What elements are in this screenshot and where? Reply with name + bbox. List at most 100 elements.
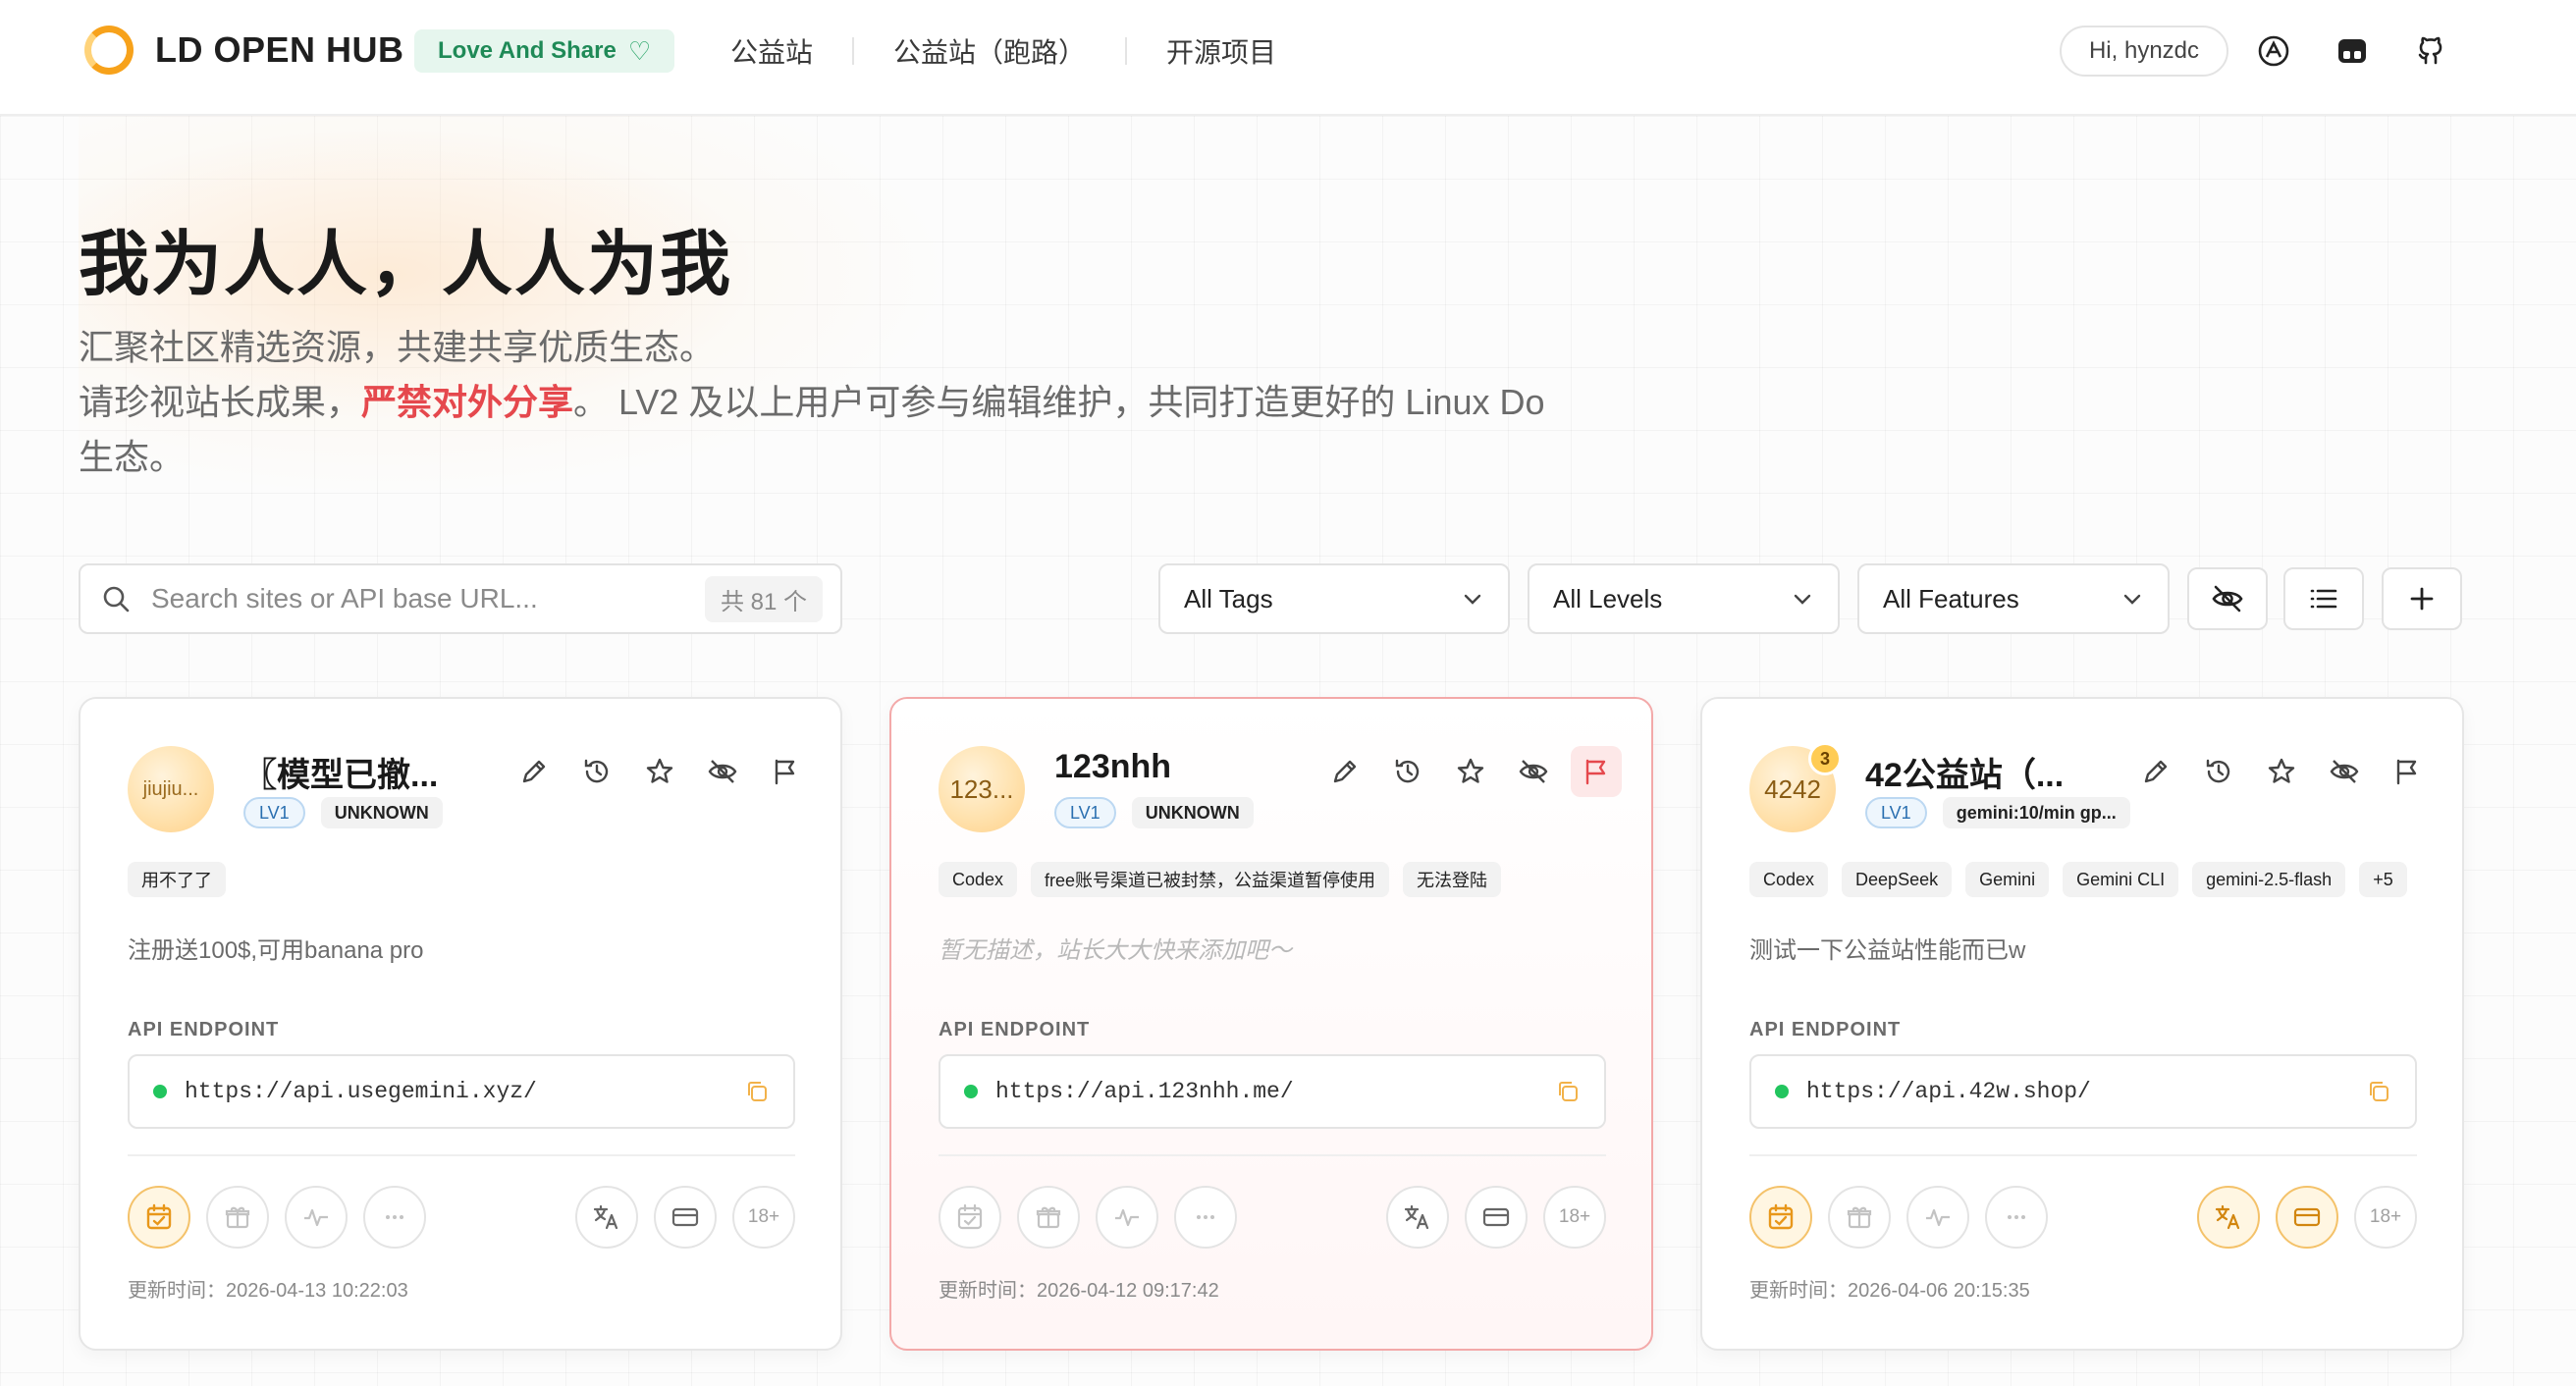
add-site-button[interactable] [2382,567,2462,630]
nav-link-open-source[interactable]: 开源项目 [1166,29,1276,73]
site-description: 注册送100$,可用banana pro [128,937,424,964]
site-title[interactable]: 42公益站（... [1865,748,2091,796]
site-title[interactable]: 〖模型已撤... [243,748,469,796]
edit-button[interactable] [2130,746,2181,797]
report-button[interactable] [2382,746,2433,797]
site-card[interactable]: 123... 123nhh LV1 UNKNOWN Codex free账号渠道… [889,697,1653,1351]
gift-feature[interactable] [206,1186,269,1249]
flag-icon [2396,759,2417,785]
tags-select[interactable]: All Tags [1158,563,1510,634]
history-button[interactable] [2193,746,2244,797]
list-view-button[interactable] [2283,567,2364,630]
site-tag[interactable]: Codex [1749,862,1829,897]
translate-icon [2215,1204,2240,1230]
report-button-active[interactable] [1571,746,1622,797]
levels-select[interactable]: All Levels [1528,563,1840,634]
updated-time: 更新时间：2026-04-12 09:17:42 [939,1280,1219,1302]
more-feature[interactable] [1985,1186,2048,1249]
checkin-feature[interactable] [128,1186,190,1249]
adult-feature[interactable]: 18+ [1543,1186,1606,1249]
user-greeting[interactable]: Hi, hynzdc [2060,26,2228,77]
search-input[interactable] [151,569,705,628]
site-tag[interactable]: gemini-2.5-flash [2192,862,2346,897]
history-button[interactable] [1382,746,1433,797]
favorite-button[interactable] [1445,746,1496,797]
history-button[interactable] [571,746,622,797]
more-icon [2008,1215,2025,1219]
status-dot [153,1085,167,1098]
star-icon [2268,758,2295,783]
edit-button[interactable] [1319,746,1370,797]
api-endpoint-box[interactable]: https://api.42w.shop/ [1749,1054,2417,1129]
site-tag[interactable]: DeepSeek [1842,862,1953,897]
list-icon [2310,589,2337,609]
monitor-feature[interactable] [1906,1186,1969,1249]
hide-button[interactable] [2319,746,2370,797]
report-button[interactable] [760,746,811,797]
site-tag[interactable]: 无法登陆 [1403,862,1502,897]
openai-icon[interactable] [2254,31,2293,71]
more-feature[interactable] [363,1186,426,1249]
site-card[interactable]: 4242 3 42公益站（... LV1 gemini:10/min gp...… [1700,697,2464,1351]
site-tag[interactable]: Gemini CLI [2063,862,2179,897]
checkin-feature[interactable] [1749,1186,1812,1249]
site-tag[interactable]: 用不了了 [128,862,226,897]
api-endpoint-label: API ENDPOINT [128,1019,280,1040]
eye-off-icon [2212,585,2243,613]
status-dot [964,1085,978,1098]
edit-button[interactable] [509,746,560,797]
nav-link-public-sites[interactable]: 公益站 [730,29,813,73]
site-title[interactable]: 123nhh [1054,748,1280,786]
site-tag[interactable]: free账号渠道已被封禁，公益渠道暂停使用 [1031,862,1390,897]
app-grid-icon[interactable] [2333,31,2372,71]
site-card[interactable]: jiujiu... 〖模型已撤... LV1 UNKNOWN 用不了了 注册送1… [79,697,842,1351]
logo-icon[interactable] [84,26,134,75]
hide-button[interactable] [697,746,748,797]
pencil-icon [1333,760,1357,783]
hide-button[interactable] [1508,746,1559,797]
star-icon [646,758,673,783]
flag-icon [1585,759,1606,785]
features-select[interactable]: All Features [1857,563,2170,634]
gift-feature[interactable] [1017,1186,1080,1249]
translate-icon [1404,1204,1429,1230]
translate-feature[interactable] [1386,1186,1449,1249]
site-tag[interactable]: Codex [939,862,1018,897]
copy-icon[interactable] [744,1079,770,1104]
github-icon[interactable] [2411,31,2450,71]
payment-feature[interactable] [654,1186,717,1249]
search-result-count: 共 81 个 [704,575,823,622]
site-tag[interactable]: Gemini [1965,862,2050,897]
payment-feature[interactable] [2276,1186,2338,1249]
favorite-button[interactable] [2256,746,2307,797]
api-endpoint-url[interactable]: https://api.123nhh.me/ [995,1079,1555,1104]
more-tags[interactable]: +5 [2359,862,2407,897]
toggle-hidden-button[interactable] [2187,567,2268,630]
checkin-feature[interactable] [939,1186,1001,1249]
favorite-button[interactable] [634,746,685,797]
brand-name[interactable]: LD OPEN HUB [155,29,404,71]
monitor-feature[interactable] [1096,1186,1158,1249]
nav-separator [1125,37,1127,65]
copy-icon[interactable] [1555,1079,1581,1104]
features-select-value: All Features [1883,583,2019,613]
translate-feature[interactable] [2197,1186,2260,1249]
api-endpoint-box[interactable]: https://api.123nhh.me/ [939,1054,1606,1129]
api-endpoint-url[interactable]: https://api.42w.shop/ [1806,1079,2366,1104]
card-divider [939,1154,1606,1156]
pencil-icon [522,760,546,783]
gift-feature[interactable] [1828,1186,1891,1249]
monitor-feature[interactable] [285,1186,348,1249]
eye-off-icon [2330,760,2359,783]
more-feature[interactable] [1174,1186,1237,1249]
adult-label: 18+ [2369,1206,2402,1227]
api-endpoint-label: API ENDPOINT [939,1019,1091,1040]
adult-feature[interactable]: 18+ [732,1186,795,1249]
translate-feature[interactable] [575,1186,638,1249]
adult-feature[interactable]: 18+ [2354,1186,2417,1249]
copy-icon[interactable] [2366,1079,2391,1104]
api-endpoint-box[interactable]: https://api.usegemini.xyz/ [128,1054,795,1129]
nav-link-public-sites-runaway[interactable]: 公益站（跑路） [893,29,1086,73]
api-endpoint-url[interactable]: https://api.usegemini.xyz/ [185,1079,744,1104]
payment-feature[interactable] [1465,1186,1528,1249]
